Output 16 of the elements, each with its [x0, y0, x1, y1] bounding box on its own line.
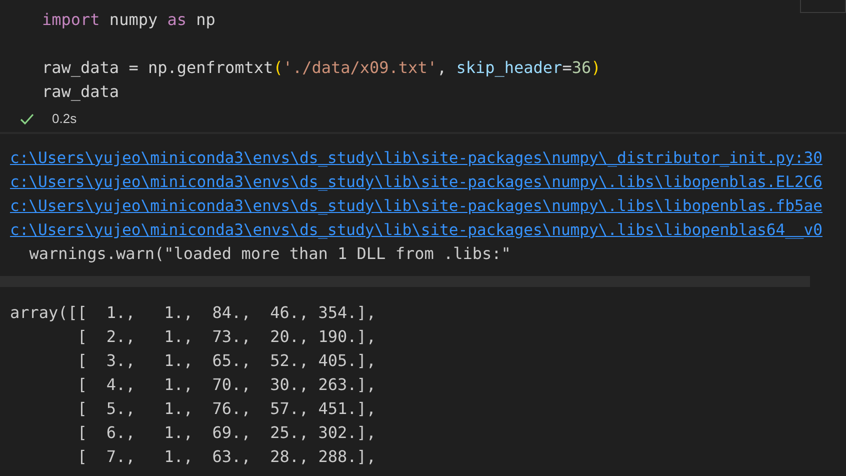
warning-text: warnings.warn("loaded more than 1 DLL from .libs:": [28, 244, 511, 263]
array-row: array([[ 1., 1., 84., 46., 354.],: [10, 303, 376, 322]
execution-time: 0.2s: [52, 111, 77, 126]
array-row-text: [ 3., 1., 65., 52., 405.],: [76, 351, 376, 370]
array-row-text: [ 5., 1., 76., 57., 451.],: [76, 399, 376, 418]
code-line: raw_data: [42, 82, 120, 101]
file-path-link[interactable]: c:\Users\yujeo\miniconda3\envs\ds_study\lib\site-packages\numpy\.libs\libopenblas.EL2C6: [10, 173, 822, 191]
code-line: raw_data = np.genfromtxt('./data/x09.txt', skip_header=36): [42, 58, 601, 77]
array-row-text: [ 7., 1., 63., 28., 288.],: [76, 447, 376, 466]
file-path-link[interactable]: c:\Users\yujeo\miniconda3\envs\ds_study\lib\site-packages\numpy\_distributor_init.py:30: [10, 149, 822, 167]
array-row-text: [ 6., 1., 69., 25., 302.],: [76, 423, 376, 442]
file-path-link[interactable]: c:\Users\yujeo\miniconda3\envs\ds_study\lib\site-packages\numpy\.libs\libopenblas64__v0: [10, 221, 822, 239]
array-row-text: [ 2., 1., 73., 20., 190.],: [76, 327, 376, 346]
file-path-link[interactable]: c:\Users\yujeo\miniconda3\envs\ds_study\lib\site-packages\numpy\.libs\libopenblas.fb5ae: [10, 197, 822, 215]
array-row-text: [ 4., 1., 70., 30., 263.],: [76, 375, 376, 394]
code-line: import numpy as np: [42, 10, 216, 29]
